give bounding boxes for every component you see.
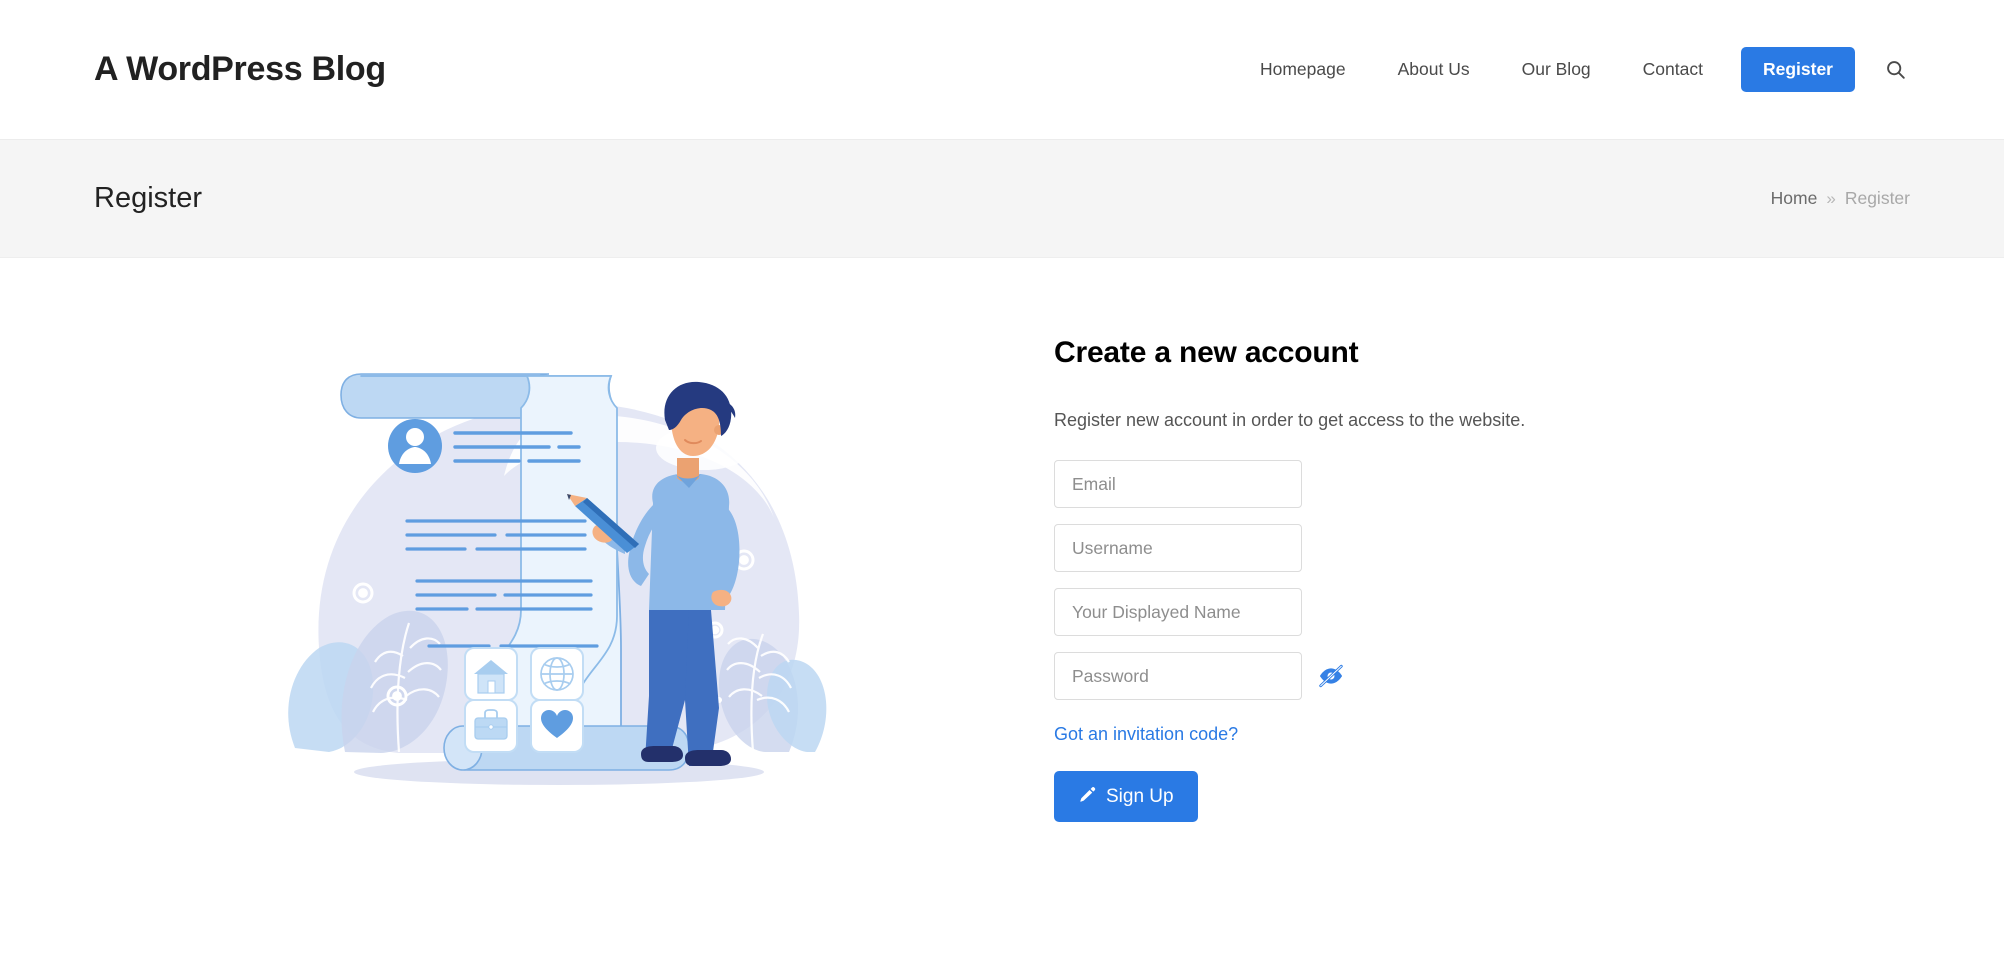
sign-up-button[interactable]: Sign Up	[1054, 771, 1198, 822]
illustration-column	[94, 298, 1024, 808]
site-title: A WordPress Blog	[94, 50, 386, 88]
breadcrumb-current: Register	[1844, 188, 1910, 208]
form-subtitle: Register new account in order to get acc…	[1054, 410, 1526, 430]
eye-slash-icon[interactable]	[1316, 661, 1346, 691]
registration-scroll-illustration	[288, 373, 827, 785]
search-icon[interactable]	[1885, 59, 1906, 80]
breadcrumb: Home » Register	[1771, 188, 1910, 209]
password-row	[1054, 652, 1910, 700]
nav-item-homepage[interactable]: Homepage	[1234, 49, 1372, 90]
email-field[interactable]	[1054, 460, 1302, 508]
register-form: Got an invitation code? Sign Up	[1054, 460, 1910, 822]
nav-item-about-us[interactable]: About Us	[1372, 49, 1496, 90]
page-title-band: Register Home » Register	[0, 140, 2004, 258]
page-title: Register	[94, 182, 202, 214]
registration-form-column: Create a new account Register new accoun…	[1024, 298, 1910, 822]
breadcrumb-separator: »	[1826, 188, 1836, 208]
register-button[interactable]: Register	[1740, 47, 1855, 92]
display-name-field[interactable]	[1054, 588, 1302, 636]
nav-item-contact[interactable]: Contact	[1617, 49, 1729, 90]
form-heading: Create a new account	[1054, 336, 1359, 369]
invitation-code-link[interactable]: Got an invitation code?	[1054, 724, 1238, 745]
sign-up-label: Sign Up	[1106, 785, 1174, 807]
pencil-icon	[1078, 784, 1097, 809]
main-content: Create a new account Register new accoun…	[0, 258, 2004, 822]
main-navigation: Homepage About Us Our Blog Contact Regis…	[1234, 47, 1910, 92]
nav-item-our-blog[interactable]: Our Blog	[1496, 49, 1617, 90]
username-field[interactable]	[1054, 524, 1302, 572]
breadcrumb-home-link[interactable]: Home	[1771, 188, 1818, 209]
password-field[interactable]	[1054, 652, 1302, 700]
site-header: A WordPress Blog Homepage About Us Our B…	[0, 0, 2004, 140]
